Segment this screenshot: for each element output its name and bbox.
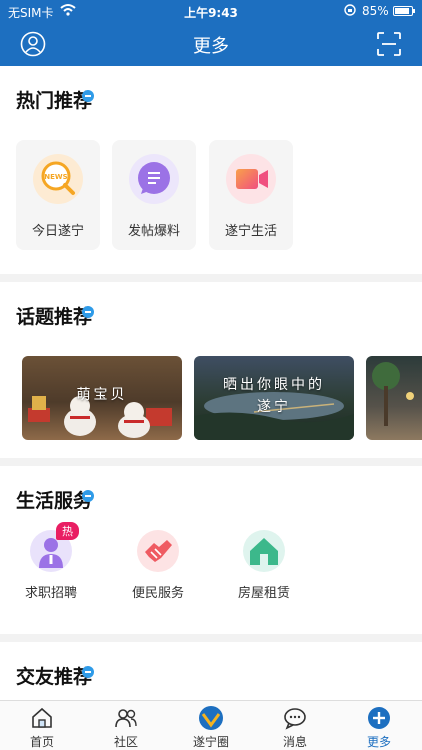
circle-logo-icon bbox=[199, 706, 223, 730]
house-icon bbox=[243, 530, 285, 572]
topic-recommend-section: 话题推荐 萌宝贝 晒出你眼中的 遂宁 bbox=[0, 282, 422, 458]
tab-label: 消息 bbox=[282, 735, 307, 749]
battery-percent: 85% bbox=[362, 4, 389, 18]
tab-suining-circle[interactable]: 遂宁圈 bbox=[169, 701, 253, 750]
section-title: 话题推荐 bbox=[16, 306, 93, 328]
topic-card-partial[interactable] bbox=[366, 356, 422, 440]
tab-community[interactable]: 社区 bbox=[84, 701, 168, 750]
section-title: 生活服务 bbox=[16, 490, 93, 512]
hot-item-suining-life[interactable]: 遂宁生活 bbox=[209, 140, 293, 250]
news-badge-text: NEWS bbox=[44, 173, 67, 181]
tab-label: 首页 bbox=[29, 735, 54, 749]
section-title: 交友推荐 bbox=[16, 666, 93, 688]
tab-label: 更多 bbox=[366, 735, 391, 749]
message-icon bbox=[284, 708, 306, 730]
section-title: 热门推荐 bbox=[16, 90, 93, 112]
tab-more[interactable]: 更多 bbox=[337, 701, 421, 750]
topic-card-cute-baby[interactable]: 萌宝贝 bbox=[22, 356, 182, 440]
section-marker-icon bbox=[82, 490, 94, 502]
hot-item-label: 今日遂宁 bbox=[31, 224, 84, 239]
topic-image bbox=[372, 362, 414, 426]
hot-badge: 热 bbox=[56, 522, 79, 540]
handshake-icon bbox=[137, 530, 179, 572]
scan-icon[interactable] bbox=[376, 31, 402, 57]
friends-recommend-section: 交友推荐 bbox=[0, 642, 422, 700]
topic-card-suining-view[interactable]: 晒出你眼中的 遂宁 bbox=[194, 356, 354, 440]
hot-recommend-section: 热门推荐 NEWS 今日遂宁 发帖爆料 遂宁生活 bbox=[0, 66, 422, 274]
news-icon: NEWS bbox=[33, 154, 83, 204]
hot-item-label: 发帖爆料 bbox=[127, 224, 180, 239]
section-marker-icon bbox=[82, 90, 94, 102]
service-house-rental[interactable]: 房屋租赁 bbox=[219, 528, 309, 608]
tab-label: 社区 bbox=[113, 735, 138, 749]
hot-item-post-report[interactable]: 发帖爆料 bbox=[112, 140, 196, 250]
service-convenience[interactable]: 便民服务 bbox=[113, 528, 203, 608]
life-services-section: 生活服务 热 求职招聘 便民服务 房屋租赁 bbox=[0, 466, 422, 634]
clock: 上午9:43 bbox=[184, 6, 238, 20]
rotation-lock-icon bbox=[344, 4, 356, 16]
section-marker-icon bbox=[82, 666, 94, 678]
tab-messages[interactable]: 消息 bbox=[253, 701, 337, 750]
tab-bar: 首页 社区 遂宁圈 消息 更多 bbox=[0, 700, 422, 750]
community-icon bbox=[115, 709, 137, 728]
home-icon bbox=[32, 707, 52, 728]
hot-item-today-suining[interactable]: NEWS 今日遂宁 bbox=[16, 140, 100, 250]
service-job-recruitment[interactable]: 热 求职招聘 bbox=[6, 522, 96, 608]
service-label: 便民服务 bbox=[131, 586, 184, 601]
service-label: 房屋租赁 bbox=[237, 586, 290, 601]
post-icon bbox=[129, 154, 179, 204]
tab-label: 遂宁圈 bbox=[192, 735, 229, 749]
video-icon bbox=[226, 154, 276, 204]
topic-label-line2: 遂宁 bbox=[257, 399, 291, 415]
plus-icon bbox=[368, 707, 390, 729]
nav-bar: 更多 bbox=[0, 22, 422, 66]
tab-home[interactable]: 首页 bbox=[0, 701, 84, 750]
section-marker-icon bbox=[82, 306, 94, 318]
page-title: 更多 bbox=[193, 36, 229, 57]
service-label: 求职招聘 bbox=[24, 586, 77, 601]
status-bar: 无SIM卡 上午9:43 85% bbox=[0, 0, 422, 22]
topic-label: 萌宝贝 bbox=[76, 387, 128, 403]
topic-label-line1: 晒出你眼中的 bbox=[223, 377, 325, 393]
hot-item-label: 遂宁生活 bbox=[224, 224, 277, 239]
battery-icon bbox=[393, 6, 415, 16]
